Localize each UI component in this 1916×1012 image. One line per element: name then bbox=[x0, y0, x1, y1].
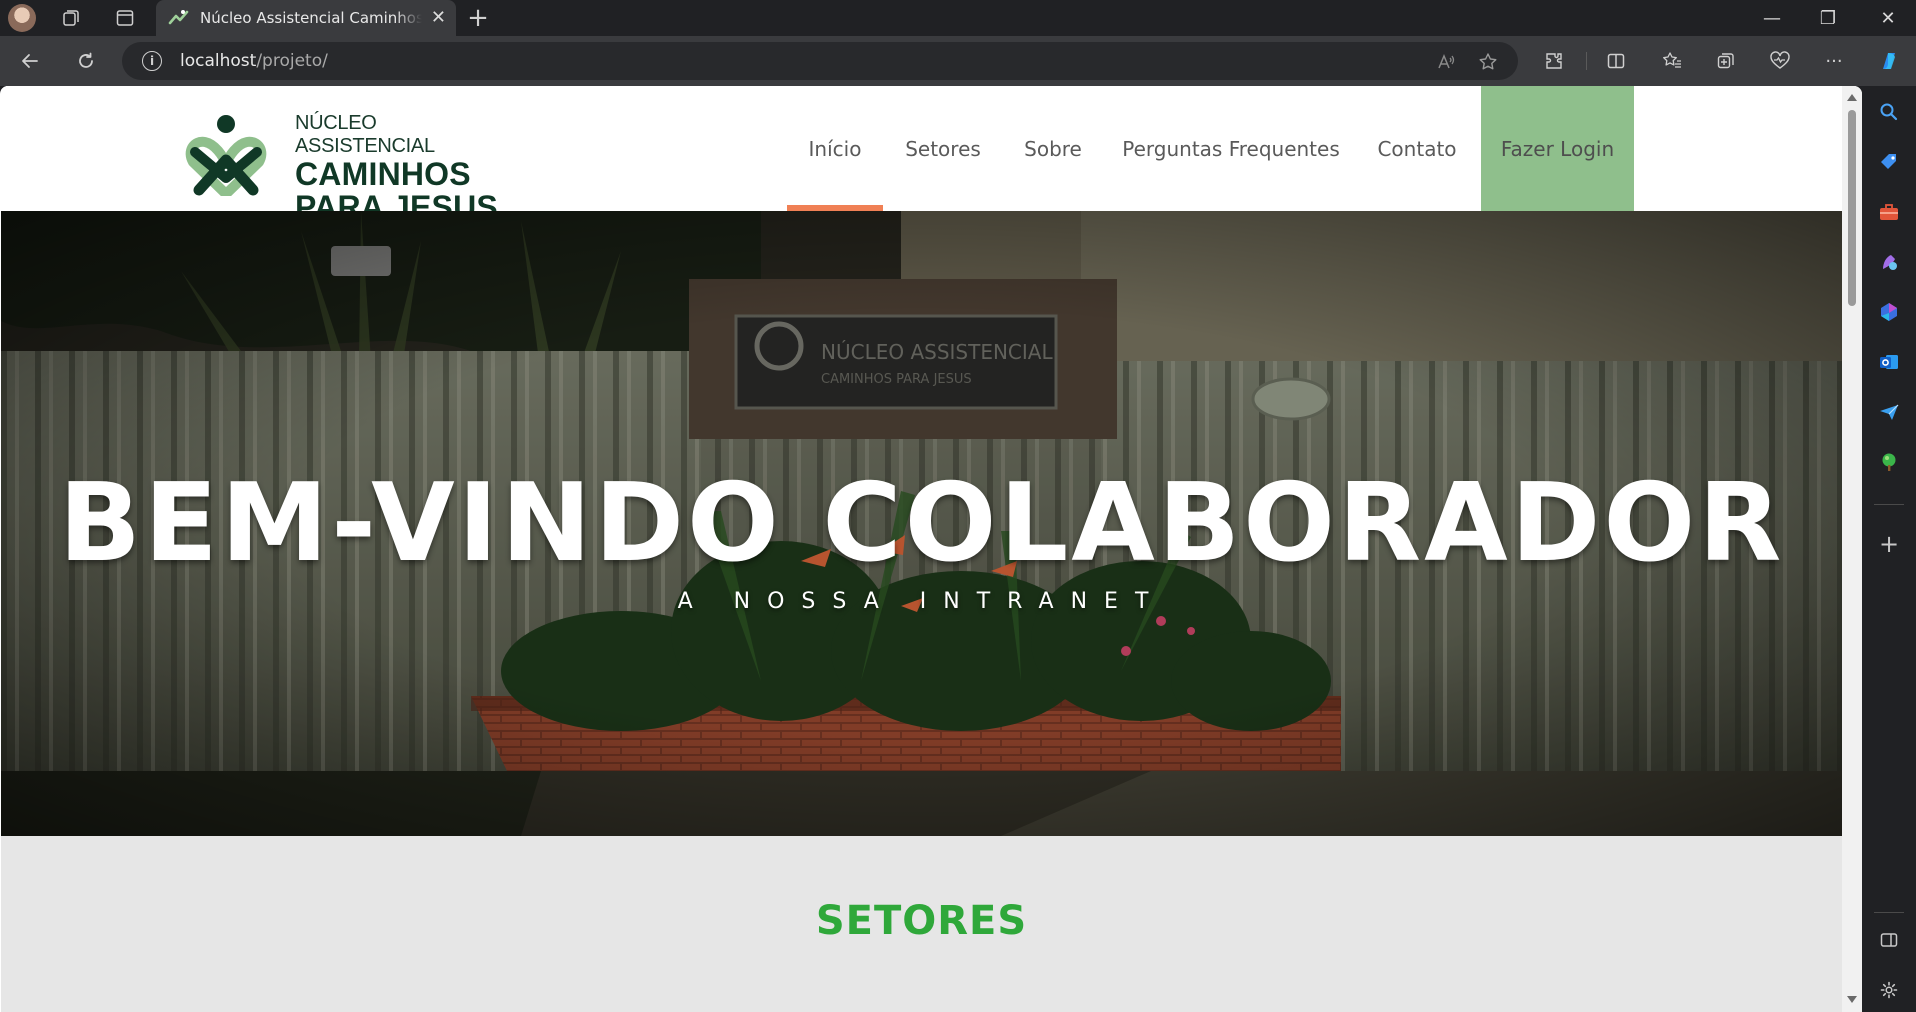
vertical-tabs-icon[interactable] bbox=[112, 6, 138, 30]
site-logo[interactable]: NÚCLEO ASSISTENCIAL CAMINHOS PARA JESUS bbox=[185, 112, 515, 224]
games-icon[interactable] bbox=[1877, 250, 1901, 274]
nav-perguntas-frequentes[interactable]: Perguntas Frequentes bbox=[1113, 86, 1349, 211]
active-tab[interactable]: Núcleo Assistencial Caminhos para Jesus … bbox=[156, 0, 456, 36]
info-icon[interactable]: i bbox=[142, 51, 162, 71]
site-favicon-icon bbox=[168, 10, 189, 25]
setores-section: SETORES bbox=[1, 836, 1842, 1012]
close-window-button[interactable]: ✕ bbox=[1860, 0, 1916, 36]
edge-sidebar: + bbox=[1862, 86, 1916, 1012]
tree-icon[interactable] bbox=[1877, 450, 1901, 474]
website-page: NÚCLEO ASSISTENCIAL CAMINHOS PARA JESUS … bbox=[1, 86, 1842, 1012]
tools-icon[interactable] bbox=[1877, 200, 1901, 224]
site-header: NÚCLEO ASSISTENCIAL CAMINHOS PARA JESUS … bbox=[1, 86, 1842, 224]
copilot-icon[interactable] bbox=[1876, 48, 1902, 74]
address-bar[interactable]: i localhost/projeto/ bbox=[122, 42, 1518, 80]
collections-icon[interactable] bbox=[1714, 49, 1738, 73]
logo-line-2: CAMINHOS bbox=[295, 156, 471, 192]
back-icon[interactable] bbox=[18, 49, 42, 73]
hero-section: NÚCLEO ASSISTENCIAL CAMINHOS PARA JESUS bbox=[1, 211, 1842, 836]
sidebar-divider bbox=[1874, 912, 1904, 913]
url-text[interactable]: localhost/projeto/ bbox=[180, 51, 328, 71]
nav-setores[interactable]: Setores bbox=[895, 86, 991, 211]
split-screen-icon[interactable] bbox=[1604, 49, 1628, 73]
logo-heart-icon bbox=[185, 115, 267, 196]
setores-heading: SETORES bbox=[815, 898, 1028, 944]
more-icon[interactable]: ··· bbox=[1822, 49, 1846, 73]
logo-line-1: NÚCLEO ASSISTENCIAL bbox=[295, 112, 435, 157]
browser-essentials-icon[interactable] bbox=[1768, 49, 1792, 73]
favorites-icon[interactable] bbox=[1660, 49, 1684, 73]
profile-avatar[interactable] bbox=[8, 4, 36, 32]
outlook-icon[interactable] bbox=[1877, 350, 1901, 374]
minimize-button[interactable]: — bbox=[1744, 0, 1800, 36]
page-viewport: NÚCLEO ASSISTENCIAL CAMINHOS PARA JESUS … bbox=[0, 86, 1862, 1012]
logo-wordmark: NÚCLEO ASSISTENCIAL CAMINHOS PARA JESUS bbox=[295, 112, 515, 224]
hero-subtitle: A NOSSA INTRANET bbox=[677, 589, 1166, 614]
new-tab-button[interactable]: + bbox=[462, 2, 494, 34]
scroll-thumb[interactable] bbox=[1848, 110, 1856, 306]
nav-sobre[interactable]: Sobre bbox=[1007, 86, 1099, 211]
refresh-icon[interactable] bbox=[74, 49, 98, 73]
nav-inicio[interactable]: Início bbox=[787, 86, 883, 211]
toolbar-divider bbox=[1586, 52, 1587, 70]
settings-icon[interactable] bbox=[1877, 978, 1901, 1002]
favorite-star-icon[interactable] bbox=[1476, 50, 1500, 74]
nav-contato[interactable]: Contato bbox=[1363, 86, 1471, 211]
microsoft365-icon[interactable] bbox=[1877, 300, 1901, 324]
send-icon[interactable] bbox=[1877, 400, 1901, 424]
search-icon[interactable] bbox=[1877, 100, 1901, 124]
tab-title: Núcleo Assistencial Caminhos para Jesus bbox=[200, 9, 422, 27]
page-scrollbar[interactable] bbox=[1842, 86, 1862, 1012]
scroll-down-arrow-icon[interactable] bbox=[1847, 996, 1857, 1003]
browser-tab-bar: Núcleo Assistencial Caminhos para Jesus … bbox=[0, 0, 1916, 36]
read-aloud-icon[interactable] bbox=[1434, 50, 1458, 74]
add-icon[interactable]: + bbox=[1877, 530, 1901, 558]
extensions-icon[interactable] bbox=[1542, 49, 1566, 73]
restore-button[interactable]: ❐ bbox=[1800, 0, 1856, 36]
workspaces-icon[interactable] bbox=[58, 6, 84, 30]
hero-title: BEM-VINDO COLABORADOR bbox=[58, 461, 1785, 586]
login-button[interactable]: Fazer Login bbox=[1481, 86, 1634, 211]
sidebar-divider bbox=[1874, 504, 1904, 505]
scroll-up-arrow-icon[interactable] bbox=[1847, 94, 1857, 101]
close-tab-icon[interactable]: ✕ bbox=[431, 7, 446, 28]
browser-toolbar: i localhost/projeto/ ··· bbox=[0, 36, 1916, 86]
sidebar-toggle-icon[interactable] bbox=[1877, 928, 1901, 952]
shopping-tag-icon[interactable] bbox=[1877, 150, 1901, 174]
